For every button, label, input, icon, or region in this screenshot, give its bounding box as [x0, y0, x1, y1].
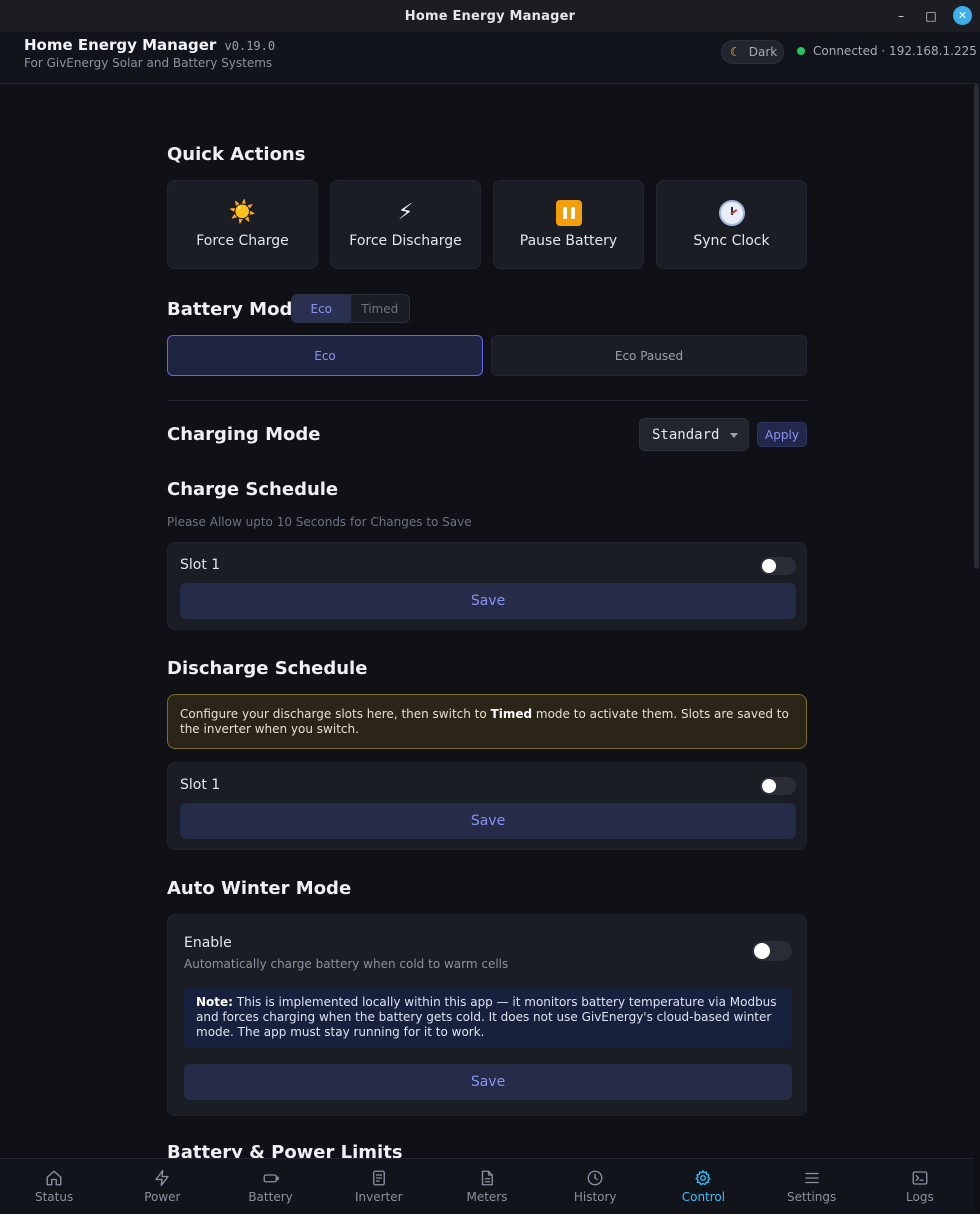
quick-actions-title: Quick Actions [167, 144, 306, 165]
app-title: Home Energy Manager v0.19.0 [24, 36, 275, 54]
control-page: Quick Actions ☀️ Force Charge ⚡ Force Di… [167, 84, 807, 1158]
chevron-down-icon [730, 433, 738, 438]
discharge-info-bold: Timed [490, 707, 533, 721]
nav-inverter-label: Inverter [354, 1190, 403, 1204]
nav-settings-label: Settings [787, 1190, 837, 1204]
discharge-slot-toggle[interactable] [760, 777, 796, 795]
nav-control[interactable]: Control [649, 1159, 757, 1214]
force-discharge-button[interactable]: ⚡ Force Discharge [330, 180, 481, 269]
close-button[interactable]: ✕ [953, 6, 972, 25]
sync-clock-button[interactable]: Sync Clock [656, 180, 807, 269]
pause-battery-button[interactable]: Pause Battery [493, 180, 644, 269]
battery-mode-segmented-control: Eco Timed [291, 294, 410, 323]
nav-battery[interactable]: Battery [216, 1159, 324, 1214]
eco-paused-mode-button[interactable]: Eco Paused [491, 335, 807, 376]
menu-icon [804, 1172, 819, 1184]
inverter-icon [372, 1170, 385, 1186]
bottom-navigation: Status Power Battery Inverter Meters His… [0, 1158, 974, 1214]
force-charge-button[interactable]: ☀️ Force Charge [167, 180, 318, 269]
note-text: This is implemented locally within this … [196, 995, 777, 1039]
moon-icon: ☾ [730, 45, 741, 59]
segment-timed[interactable]: Timed [351, 295, 410, 322]
theme-toggle[interactable]: ☾ Dark [721, 40, 784, 64]
divider [167, 400, 807, 401]
nav-logs[interactable]: Logs [866, 1159, 974, 1214]
connection-status: Connected · 192.168.1.225 [797, 44, 977, 58]
nav-control-label: Control [681, 1190, 726, 1204]
window-titlebar: Home Energy Manager – □ ✕ [0, 0, 980, 33]
sync-clock-label: Sync Clock [693, 233, 770, 249]
minimize-button[interactable]: – [893, 8, 909, 24]
pause-icon [555, 200, 582, 226]
winter-enable-label: Enable [184, 935, 232, 951]
battery-power-limits-title: Battery & Power Limits [167, 1142, 403, 1158]
connection-label: Connected · 192.168.1.225 [813, 44, 977, 58]
charge-schedule-title: Charge Schedule [167, 479, 339, 500]
history-icon [587, 1170, 603, 1186]
charge-slot-card: Slot 1 Save [167, 542, 807, 630]
app-subtitle: For GivEnergy Solar and Battery Systems [24, 56, 273, 70]
discharge-info-text-1: Configure your discharge slots here, the… [180, 707, 491, 721]
nav-history-label: History [573, 1190, 617, 1204]
app-header: Home Energy Manager v0.19.0 For GivEnerg… [0, 33, 980, 84]
discharge-schedule-title: Discharge Schedule [167, 658, 368, 679]
window-controls: – □ ✕ [893, 6, 972, 25]
discharge-save-button[interactable]: Save [180, 803, 796, 839]
charging-mode-title: Charging Mode [167, 424, 321, 445]
app-name: Home Energy Manager [24, 36, 217, 54]
status-dot-icon [797, 47, 805, 55]
force-charge-label: Force Charge [196, 233, 289, 249]
gear-icon [695, 1169, 712, 1186]
discharge-info-banner: Configure your discharge slots here, the… [167, 694, 807, 749]
charge-save-button[interactable]: Save [180, 583, 796, 619]
charging-mode-value: Standard [652, 426, 720, 443]
app-version: v0.19.0 [224, 39, 276, 53]
eco-mode-button[interactable]: Eco [167, 335, 483, 376]
winter-save-button[interactable]: Save [184, 1064, 792, 1100]
winter-description: Automatically charge battery when cold t… [184, 957, 509, 971]
battery-mode-title: Battery Mode [167, 299, 305, 320]
lightning-icon: ⚡ [397, 200, 414, 225]
scrollbar-thumb[interactable] [974, 84, 979, 569]
save-hint: Please Allow upto 10 Seconds for Changes… [167, 515, 472, 529]
charging-mode-select[interactable]: Standard [639, 418, 749, 451]
sun-icon: ☀️ [228, 200, 257, 225]
window-title: Home Energy Manager [404, 8, 576, 24]
nav-status-label: Status [34, 1190, 74, 1204]
discharge-slot-card: Slot 1 Save [167, 762, 807, 850]
nav-battery-label: Battery [248, 1190, 293, 1204]
nav-meters-label: Meters [466, 1190, 508, 1204]
meter-icon [481, 1170, 493, 1186]
winter-enable-toggle[interactable] [752, 941, 792, 961]
nav-meters[interactable]: Meters [433, 1159, 541, 1214]
clock-icon [718, 200, 745, 226]
nav-settings[interactable]: Settings [758, 1159, 866, 1214]
force-discharge-label: Force Discharge [349, 233, 462, 249]
segment-eco[interactable]: Eco [292, 295, 351, 322]
nav-status[interactable]: Status [0, 1159, 108, 1214]
nav-power[interactable]: Power [108, 1159, 216, 1214]
apply-button[interactable]: Apply [757, 422, 807, 447]
auto-winter-mode-card: Enable Automatically charge battery when… [167, 914, 807, 1116]
maximize-button[interactable]: □ [923, 8, 939, 24]
nav-inverter[interactable]: Inverter [325, 1159, 433, 1214]
auto-winter-mode-title: Auto Winter Mode [167, 878, 352, 899]
winter-note: Note: This is implemented locally within… [184, 987, 792, 1048]
nav-power-label: Power [144, 1190, 181, 1204]
theme-label: Dark [748, 45, 778, 59]
pause-battery-label: Pause Battery [519, 233, 618, 249]
nav-logs-label: Logs [906, 1190, 934, 1204]
battery-icon [263, 1174, 279, 1183]
charge-slot-label: Slot 1 [180, 557, 221, 573]
discharge-slot-label: Slot 1 [180, 777, 221, 793]
nav-history[interactable]: History [541, 1159, 649, 1214]
charge-slot-toggle[interactable] [760, 557, 796, 575]
note-label: Note: [196, 995, 233, 1009]
terminal-icon [912, 1171, 928, 1185]
home-icon [46, 1170, 62, 1186]
lightning-icon [155, 1169, 170, 1187]
